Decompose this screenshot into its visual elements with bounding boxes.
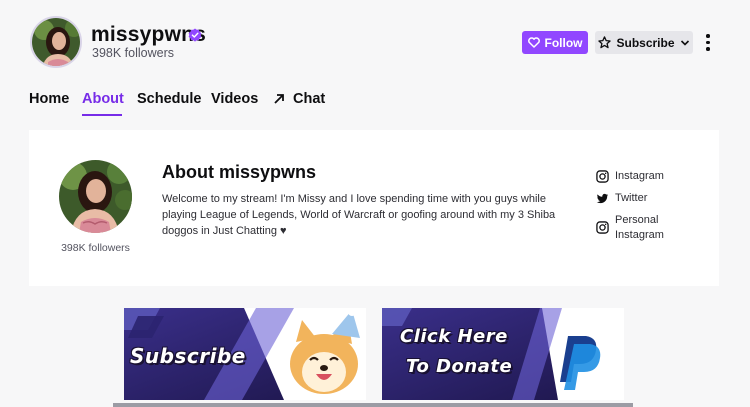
social-link-label: Twitter — [615, 192, 648, 204]
donate-panel-line1: Click Here — [400, 326, 508, 347]
channel-avatar[interactable] — [30, 16, 82, 68]
active-tab-indicator — [82, 114, 122, 116]
tab-schedule[interactable]: Schedule — [137, 91, 201, 107]
heart-icon — [527, 37, 540, 48]
social-link-label: Instagram — [615, 170, 664, 182]
twitter-icon — [596, 193, 609, 204]
chevron-down-icon — [680, 39, 689, 46]
subscribe-panel-label: Subscribe — [130, 344, 246, 368]
about-follower-count: 398K followers — [61, 242, 130, 254]
channel-header: missypwns 398K followers Follow Subscrib… — [0, 0, 750, 80]
social-link-label: Personal Instagram — [615, 214, 664, 241]
tab-home[interactable]: Home — [29, 91, 69, 107]
more-options-button[interactable] — [700, 31, 716, 54]
subscribe-label: Subscribe — [616, 35, 675, 50]
tab-about[interactable]: About — [82, 91, 124, 107]
about-avatar — [59, 160, 132, 233]
subscribe-button[interactable]: Subscribe — [595, 31, 693, 54]
about-description: Welcome to my stream! I'm Missy and I lo… — [162, 193, 556, 237]
arrow-up-right-icon — [274, 94, 284, 104]
follow-label: Follow — [544, 35, 583, 50]
tab-chat-label: Chat — [293, 91, 326, 107]
social-link-twitter[interactable]: Twitter — [596, 191, 647, 206]
instagram-icon — [596, 221, 609, 234]
page-bottom-divider — [113, 403, 633, 407]
about-panel: 398K followers About missypwns Welcome t… — [29, 130, 719, 286]
instagram-icon — [596, 170, 609, 183]
tab-videos[interactable]: Videos — [211, 91, 258, 107]
donate-panel-graphic — [382, 308, 624, 400]
donate-panel[interactable]: Click Here To Donate — [382, 308, 624, 400]
social-link-instagram[interactable]: Instagram — [596, 169, 664, 184]
more-vertical-icon — [706, 34, 710, 38]
about-title: About missypwns — [162, 162, 317, 182]
follower-count: 398K followers — [92, 46, 174, 60]
follow-button[interactable]: Follow — [522, 31, 588, 54]
social-link-personal-instagram[interactable]: Personal Instagram — [596, 213, 675, 243]
donate-panel-line2: To Donate — [406, 356, 513, 377]
star-icon — [598, 36, 612, 49]
subscribe-panel[interactable]: Subscribe — [124, 308, 366, 400]
verified-badge-icon — [188, 28, 202, 42]
tab-chat[interactable]: Chat — [273, 91, 325, 107]
